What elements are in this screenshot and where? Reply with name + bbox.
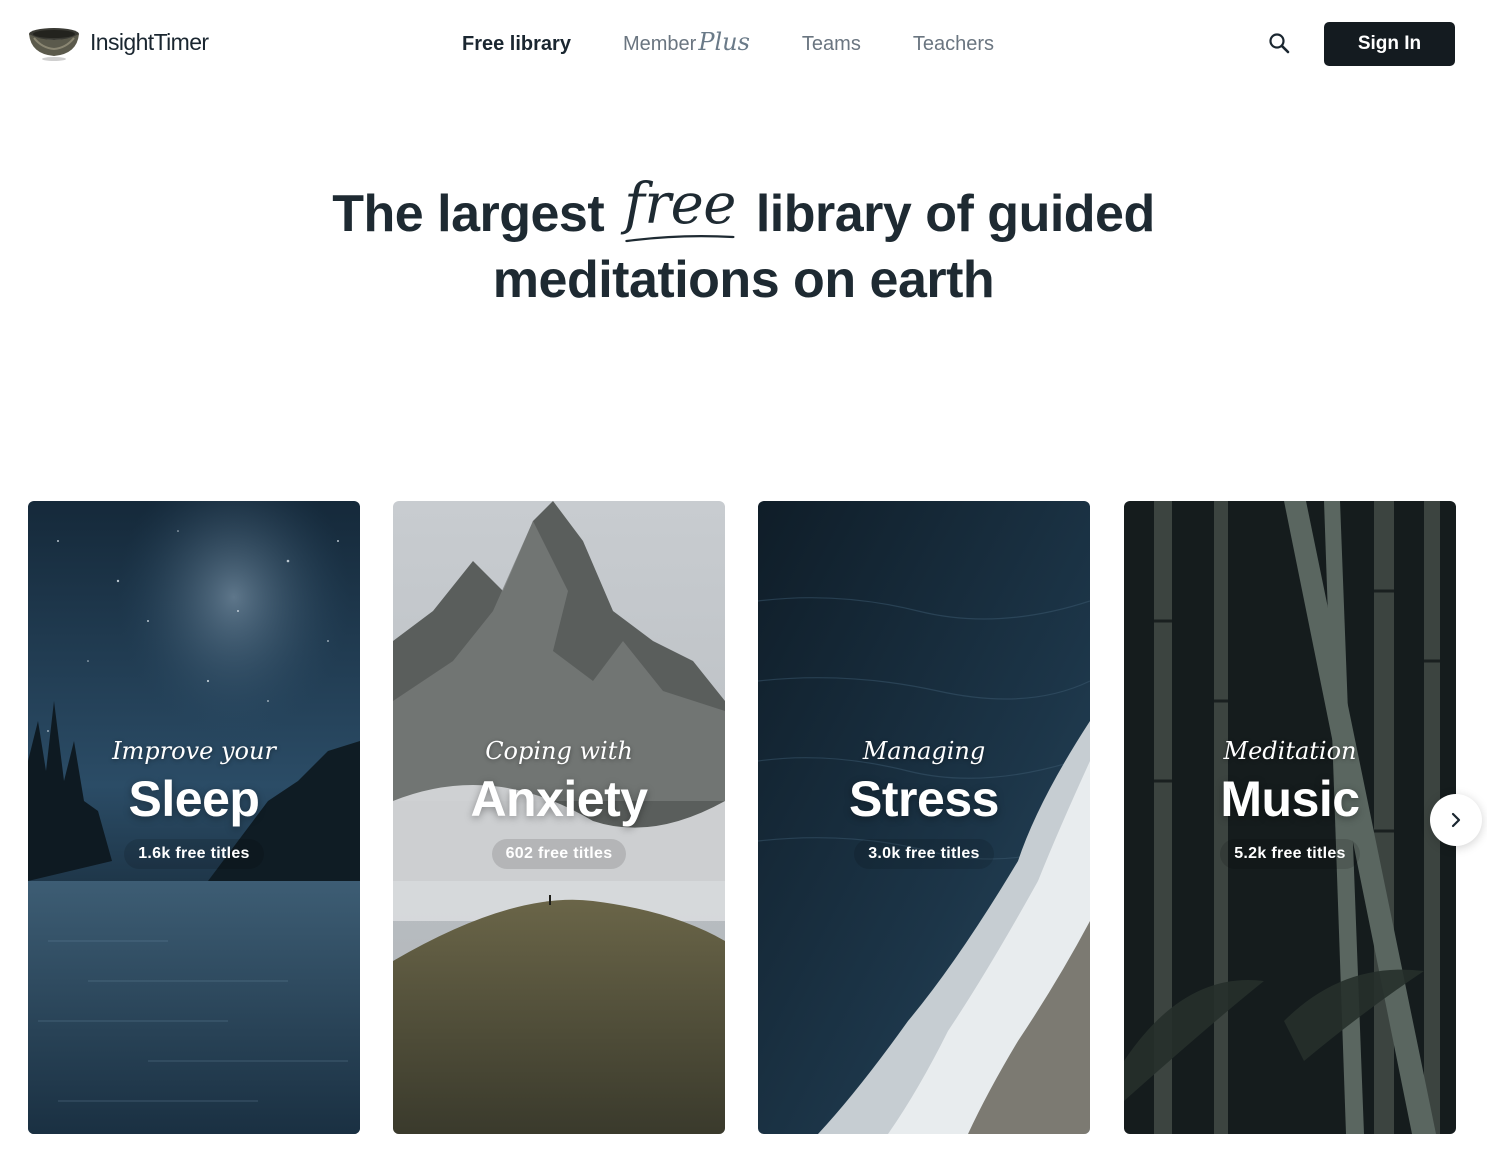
- card-count: 602 free titles: [491, 839, 627, 869]
- singing-bowl-icon: [29, 28, 79, 61]
- hero-free-text: free: [624, 172, 736, 237]
- card-sleep-text: Improve your Sleep 1.6k free titles: [28, 737, 360, 869]
- underline-swash: [625, 235, 735, 243]
- card-subtitle: Meditation: [1223, 737, 1357, 765]
- nav-plus-script: Plus: [698, 28, 750, 56]
- chevron-right-icon: [1451, 812, 1461, 828]
- card-music[interactable]: Meditation Music 5.2k free titles: [1124, 501, 1456, 1134]
- card-title: Music: [1220, 771, 1360, 827]
- card-count: 3.0k free titles: [854, 839, 994, 869]
- hero-script-word: free: [624, 172, 736, 243]
- search-button[interactable]: [1264, 28, 1296, 60]
- hero-text-before: The largest: [332, 185, 605, 243]
- carousel-next-button[interactable]: [1430, 794, 1482, 846]
- card-stress[interactable]: Managing Stress 3.0k free titles: [758, 501, 1090, 1134]
- card-sleep[interactable]: Improve your Sleep 1.6k free titles: [28, 501, 360, 1134]
- nav-teams[interactable]: Teams: [802, 33, 861, 56]
- hero-heading: The largest free library of guided medit…: [0, 172, 1487, 313]
- hero-text-after: library of guided: [755, 185, 1155, 243]
- sign-in-button[interactable]: Sign In: [1324, 22, 1455, 66]
- card-anxiety-text: Coping with Anxiety 602 free titles: [393, 737, 725, 869]
- hero-line-1: The largest free library of guided: [0, 172, 1487, 247]
- card-title: Sleep: [128, 771, 260, 827]
- site-header: InsightTimer Free library MemberPlus Tea…: [0, 0, 1487, 88]
- nav-member-label: Member: [622, 33, 697, 55]
- brand-name: InsightTimer: [90, 28, 209, 55]
- card-title: Anxiety: [470, 771, 648, 827]
- search-icon: [1269, 33, 1290, 54]
- hero-line-2: meditations on earth: [492, 251, 995, 309]
- card-stress-text: Managing Stress 3.0k free titles: [758, 737, 1090, 869]
- card-anxiety[interactable]: Coping with Anxiety 602 free titles: [393, 501, 725, 1134]
- nav-member-plus[interactable]: MemberPlus: [623, 28, 750, 56]
- card-subtitle: Managing: [862, 737, 986, 765]
- card-count: 1.6k free titles: [124, 839, 264, 869]
- card-subtitle: Coping with: [485, 737, 633, 765]
- card-title: Stress: [849, 771, 999, 827]
- logo[interactable]: InsightTimer: [28, 22, 209, 62]
- nav-free-library[interactable]: Free library: [462, 33, 571, 56]
- card-count: 5.2k free titles: [1220, 839, 1360, 869]
- nav-teachers[interactable]: Teachers: [913, 33, 994, 56]
- card-subtitle: Improve your: [112, 737, 276, 765]
- card-music-text: Meditation Music 5.2k free titles: [1124, 737, 1456, 869]
- main-nav: Free library MemberPlus Teams Teachers: [462, 28, 1046, 56]
